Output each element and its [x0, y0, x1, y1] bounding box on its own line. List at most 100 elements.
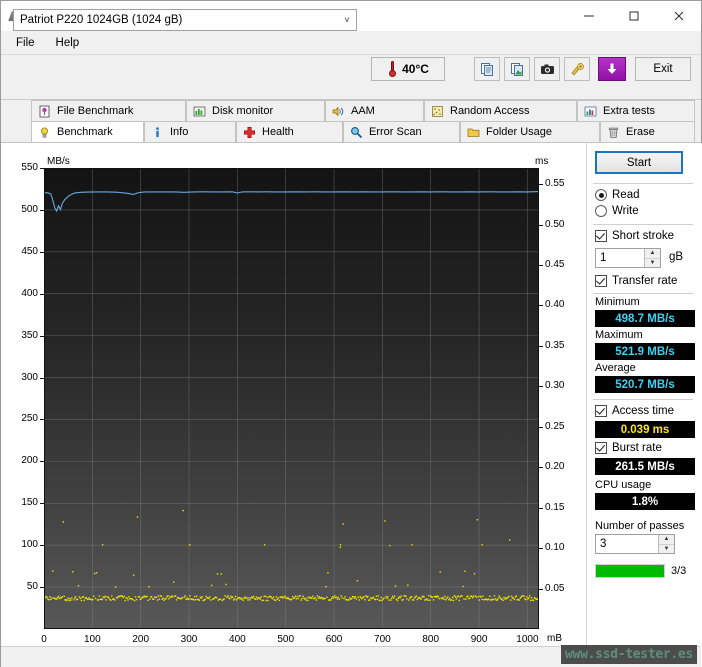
download-arrow-icon[interactable]	[598, 57, 626, 81]
checkbox-short-stroke[interactable]: Short stroke	[595, 230, 674, 242]
tab-health[interactable]: Health	[236, 121, 343, 142]
maximum-value: 521.9 MB/s	[595, 343, 695, 360]
x-tick-label: 100	[72, 634, 112, 645]
y-tick-label: 250	[1, 413, 38, 424]
cpu-usage-label: CPU usage	[595, 479, 651, 491]
y2-tick-mark	[539, 184, 543, 185]
passes-spinner[interactable]: ▲ ▼	[658, 535, 674, 553]
tab-benchmark[interactable]: Benchmark	[31, 121, 144, 142]
start-button[interactable]: Start	[595, 151, 683, 174]
tab-row-lower: Benchmark Info Health Error Scan Folder …	[1, 121, 701, 142]
y2-tick-mark	[539, 305, 543, 306]
tab-folder-usage[interactable]: Folder Usage	[460, 121, 600, 142]
drive-select[interactable]: Patriot P220 1024GB (1024 gB) ˅	[13, 9, 357, 31]
y-tick-mark	[40, 210, 44, 211]
tab-error-scan[interactable]: Error Scan	[343, 121, 460, 142]
copy-image-icon[interactable]	[504, 57, 530, 81]
disk-monitor-icon	[192, 104, 207, 119]
y2-tick-mark	[539, 427, 543, 428]
menu-item-file[interactable]: File	[7, 34, 44, 52]
spinner-down-icon[interactable]: ▼	[645, 259, 660, 268]
radio-read-indicator	[595, 189, 607, 201]
passes-value: 3	[596, 538, 658, 550]
y-tick-mark	[40, 378, 44, 379]
y-tick-label: 400	[1, 288, 38, 299]
y-tick-mark	[40, 545, 44, 546]
pass-progress: 3/3	[595, 563, 695, 579]
copy-icon[interactable]	[474, 57, 500, 81]
y-tick-label: 450	[1, 246, 38, 257]
pass-progress-text: 3/3	[671, 565, 686, 577]
maximize-button[interactable]	[611, 1, 656, 31]
spinner-up-icon[interactable]: ▲	[645, 249, 660, 259]
y-axis-unit-label: MB/s	[47, 156, 70, 167]
checkbox-transfer-rate-indicator	[595, 275, 607, 287]
checkbox-short-stroke-label: Short stroke	[612, 230, 674, 242]
x-tick-label: 400	[217, 634, 257, 645]
y2-tick-mark	[539, 265, 543, 266]
close-button[interactable]	[656, 1, 701, 31]
benchmark-plot-area	[44, 168, 539, 629]
checkbox-burst-rate[interactable]: Burst rate	[595, 442, 662, 454]
control-panel: Start Read Write Short stroke 1 ▲ ▼	[586, 143, 702, 667]
tab-extra-tests[interactable]: Extra tests	[577, 100, 695, 121]
y-tick-mark	[40, 587, 44, 588]
short-stroke-size-value: 1	[596, 252, 644, 264]
screenshot-camera-icon[interactable]	[534, 57, 560, 81]
tools-icon[interactable]	[564, 57, 590, 81]
short-stroke-spinner[interactable]: ▲ ▼	[644, 249, 660, 267]
short-stroke-unit: gB	[669, 251, 683, 263]
thermometer-icon	[387, 61, 397, 77]
y-tick-mark	[40, 503, 44, 504]
y2-tick-mark	[539, 225, 543, 226]
checkbox-transfer-rate[interactable]: Transfer rate	[595, 275, 677, 287]
x-tick-label: 800	[411, 634, 451, 645]
info-icon	[150, 125, 165, 140]
x-tick-label: 700	[362, 634, 402, 645]
extra-tests-icon	[583, 104, 598, 119]
window-controls	[566, 1, 701, 31]
y2-tick-mark	[539, 548, 543, 549]
checkbox-transfer-rate-label: Transfer rate	[612, 275, 677, 287]
y-tick-mark	[40, 252, 44, 253]
aam-speaker-icon	[331, 104, 346, 119]
tab-aam[interactable]: AAM	[325, 100, 424, 121]
benchmark-bulb-icon	[37, 125, 52, 140]
erase-trash-icon	[606, 125, 621, 140]
checkbox-access-time-indicator	[595, 405, 607, 417]
temperature-indicator: 40°C	[371, 57, 445, 81]
passes-input[interactable]: 3 ▲ ▼	[595, 534, 675, 554]
exit-button[interactable]: Exit	[635, 57, 691, 81]
y-tick-label: 550	[1, 162, 38, 173]
x-tick-label: 600	[314, 634, 354, 645]
y-tick-label: 50	[1, 581, 38, 592]
tab-file-benchmark[interactable]: File Benchmark	[31, 100, 186, 121]
chevron-down-icon: ˅	[338, 15, 356, 25]
tab-label: Error Scan	[369, 126, 422, 138]
checkbox-access-time[interactable]: Access time	[595, 405, 674, 417]
tab-random-access[interactable]: Random Access	[424, 100, 577, 121]
y2-tick-label: 0.10	[545, 542, 564, 553]
y-tick-mark	[40, 461, 44, 462]
tab-label: Folder Usage	[486, 126, 552, 138]
tab-info[interactable]: Info	[144, 121, 236, 142]
y2-tick-label: 0.25	[545, 421, 564, 432]
spinner-up-icon[interactable]: ▲	[659, 535, 674, 545]
x-axis-unit-label: mB	[547, 633, 562, 644]
short-stroke-size-input[interactable]: 1 ▲ ▼	[595, 248, 661, 268]
spinner-down-icon[interactable]: ▼	[659, 545, 674, 554]
checkbox-burst-rate-label: Burst rate	[612, 442, 662, 454]
burst-rate-value: 261.5 MB/s	[595, 458, 695, 475]
minimize-button[interactable]	[566, 1, 611, 31]
y2-tick-mark	[539, 467, 543, 468]
menu-item-help[interactable]: Help	[47, 34, 89, 52]
radio-write[interactable]: Write	[595, 205, 639, 217]
tab-erase[interactable]: Erase	[600, 121, 695, 142]
radio-read[interactable]: Read	[595, 189, 640, 201]
minimum-value: 498.7 MB/s	[595, 310, 695, 327]
y2-tick-label: 0.35	[545, 340, 564, 351]
divider	[593, 183, 693, 184]
tab-label: Info	[170, 126, 188, 138]
hd-tune-window: HD Tune Pro 5.75 - Hard Disk/SSD Utility…	[0, 0, 702, 667]
tab-disk-monitor[interactable]: Disk monitor	[186, 100, 325, 121]
